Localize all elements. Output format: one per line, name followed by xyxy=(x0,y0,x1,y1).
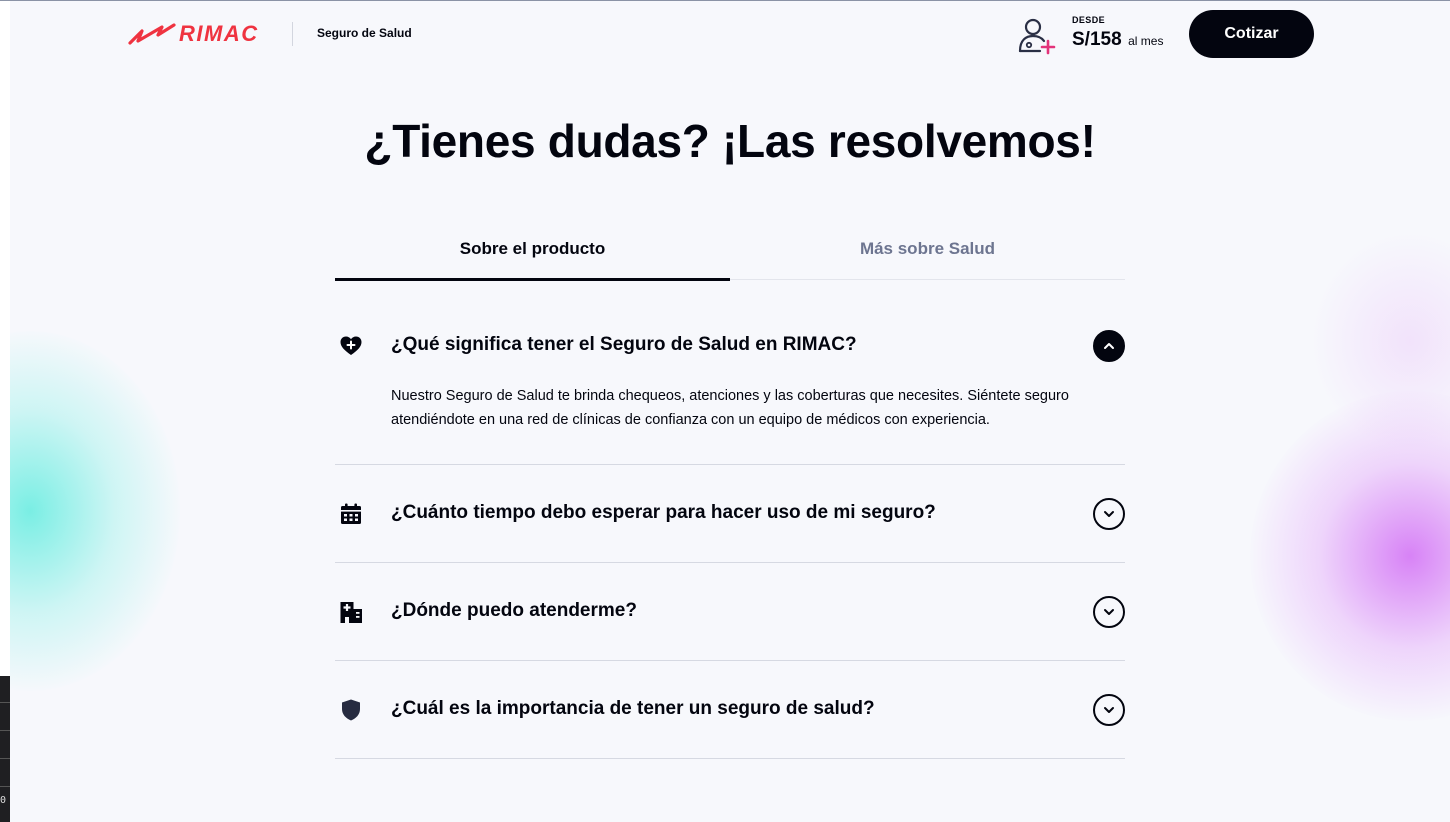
faq-question: ¿Cuál es la importancia de tener un segu… xyxy=(391,698,875,719)
price-unit: al mes xyxy=(1128,34,1164,48)
health-user-icon xyxy=(1018,18,1056,55)
quote-button[interactable]: Cotizar xyxy=(1189,10,1314,58)
expand-button[interactable] xyxy=(1093,596,1125,628)
page: 0 RIMAC Seguro de Salud DESDE S/158 al m… xyxy=(0,0,1450,822)
chevron-down-icon xyxy=(1104,609,1114,615)
brand-wordmark: RIMAC xyxy=(179,21,259,46)
faq-list: ¿Qué significa tener el Seguro de Salud … xyxy=(335,297,1125,759)
heart-plus-icon xyxy=(340,336,362,355)
hospital-icon xyxy=(340,602,362,623)
faq-question-row[interactable]: ¿Qué significa tener el Seguro de Salud … xyxy=(335,297,1125,394)
faq-question: ¿Dónde puedo atenderme? xyxy=(391,600,637,621)
price-amount: S/158 xyxy=(1072,29,1122,50)
logo-mark-icon xyxy=(128,23,176,45)
tab-mas-sobre-salud[interactable]: Más sobre Salud xyxy=(730,227,1125,279)
brand-logo[interactable]: RIMAC xyxy=(128,21,259,47)
background-glow-purple xyxy=(1250,391,1450,721)
calendar-icon xyxy=(341,503,361,524)
chevron-down-icon xyxy=(1104,707,1114,713)
product-name: Seguro de Salud xyxy=(317,26,412,40)
site-header: RIMAC Seguro de Salud DESDE S/158 al mes… xyxy=(0,1,1450,67)
faq-tabs: Sobre el producto Más sobre Salud xyxy=(335,227,1125,283)
edge-glyph: 0 xyxy=(0,795,7,806)
chevron-down-icon xyxy=(1104,511,1114,517)
faq-item: ¿Cuál es la importancia de tener un segu… xyxy=(335,661,1125,759)
faq-question: ¿Qué significa tener el Seguro de Salud … xyxy=(391,334,857,355)
price-prefix: DESDE xyxy=(1072,15,1106,25)
active-tab-indicator xyxy=(335,278,730,281)
chevron-up-icon xyxy=(1104,343,1114,349)
faq-answer: Nuestro Seguro de Salud te brinda cheque… xyxy=(391,388,1069,428)
faq-item: ¿Qué significa tener el Seguro de Salud … xyxy=(335,297,1125,465)
expand-button[interactable] xyxy=(1093,498,1125,530)
faq-question: ¿Cuánto tiempo debo esperar para hacer u… xyxy=(391,502,936,523)
faq-question-row[interactable]: ¿Cuál es la importancia de tener un segu… xyxy=(335,661,1125,758)
price: S/158 al mes xyxy=(1072,29,1163,51)
faq-item: ¿Cuánto tiempo debo esperar para hacer u… xyxy=(335,465,1125,563)
faq-title: ¿Tienes dudas? ¡Las resolvemos! xyxy=(364,115,1096,167)
faq-question-row[interactable]: ¿Dónde puedo atenderme? xyxy=(335,563,1125,660)
faq-question-row[interactable]: ¿Cuánto tiempo debo esperar para hacer u… xyxy=(335,465,1125,562)
expand-button[interactable] xyxy=(1093,694,1125,726)
header-divider xyxy=(292,22,293,46)
shield-icon xyxy=(342,699,360,721)
collapse-button[interactable] xyxy=(1093,330,1125,362)
background-glow-teal xyxy=(0,331,180,691)
tab-sobre-el-producto[interactable]: Sobre el producto xyxy=(335,227,730,279)
faq-item: ¿Dónde puedo atenderme? xyxy=(335,563,1125,661)
